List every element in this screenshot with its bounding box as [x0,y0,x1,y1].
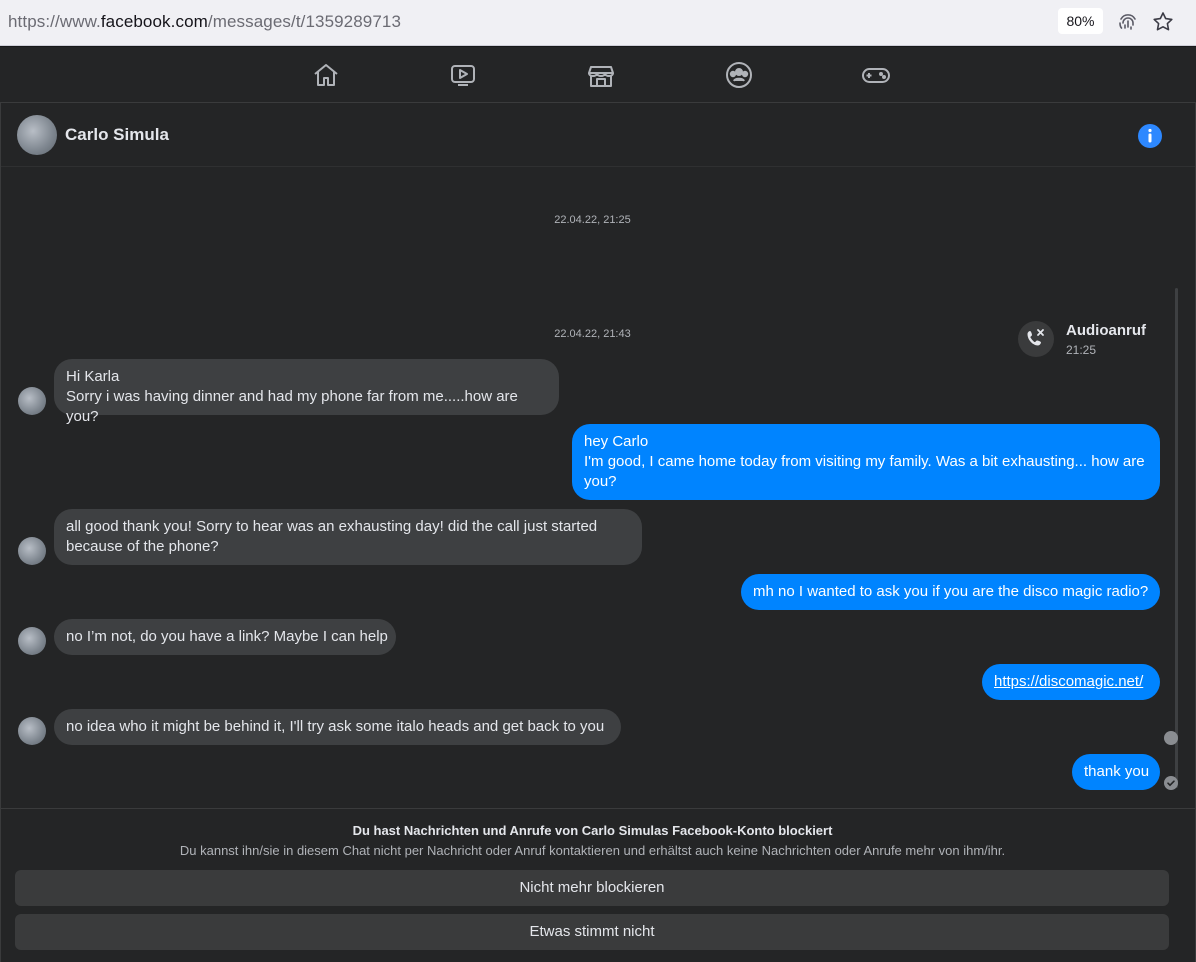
message-line: hey Carlo [584,433,649,450]
message-avatar[interactable] [18,387,46,415]
zoom-level[interactable]: 80% [1058,8,1103,34]
bookmark-star-icon[interactable] [1151,10,1175,34]
blocked-notice: Du hast Nachrichten und Anrufe von Carlo… [1,808,1195,962]
url-text[interactable]: https://www.facebook.com/messages/t/1359… [8,12,401,32]
message-line: I'm good, I came home today from visitin… [584,453,1145,490]
contact-avatar[interactable] [17,115,57,155]
unblock-button[interactable]: Nicht mehr blockieren [15,870,1169,906]
info-icon[interactable] [1137,123,1163,149]
outgoing-message[interactable]: mh no I wanted to ask you if you are the… [741,574,1160,610]
outgoing-message[interactable]: thank you [1072,754,1160,790]
message-avatar[interactable] [18,717,46,745]
message-link[interactable]: https://discomagic.net/ [994,673,1143,690]
message-list[interactable]: 22.04.22, 21:25 Audioanruf 21:25 22.04.2… [1,168,1195,808]
browser-url-bar[interactable]: https://www.facebook.com/messages/t/1359… [0,0,1196,46]
url-path: /messages/t/1359289713 [207,12,402,31]
chat-header: Carlo Simula [1,103,1195,167]
timestamp: 22.04.22, 21:43 [554,328,631,340]
seen-indicator [1164,731,1178,745]
blocked-title: Du hast Nachrichten und Anrufe von Carlo… [352,823,833,838]
top-navigation [0,47,1196,103]
outgoing-message[interactable]: https://discomagic.net/ [982,664,1160,700]
message-line: Hi Karla [66,368,120,385]
message-avatar[interactable] [18,627,46,655]
marketplace-icon[interactable] [586,61,616,89]
incoming-message[interactable]: all good thank you! Sorry to hear was an… [54,509,642,565]
delivered-check-icon [1164,776,1178,790]
home-icon[interactable] [311,61,341,89]
groups-icon[interactable] [724,61,754,89]
url-domain: facebook.com [100,12,208,31]
incoming-message[interactable]: no idea who it might be behind it, I'll … [54,709,621,745]
blocked-description: Du kannst ihn/sie in diesem Chat nicht p… [179,843,1006,858]
gaming-icon[interactable] [861,61,891,89]
outgoing-message[interactable]: hey Carlo I'm good, I came home today fr… [572,424,1160,500]
call-time: 21:25 [1066,343,1097,357]
message-line: Sorry i was having dinner and had my pho… [66,388,518,425]
report-problem-button[interactable]: Etwas stimmt nicht [15,914,1169,950]
timestamp: 22.04.22, 21:25 [554,214,631,226]
url-prefix: https://www. [8,12,101,31]
scrollbar[interactable] [1175,288,1178,788]
fingerprint-icon[interactable] [1116,10,1140,34]
chat-panel: Carlo Simula 22.04.22, 21:25 Audioanruf … [0,103,1196,962]
message-avatar[interactable] [18,537,46,565]
watch-icon[interactable] [448,61,478,89]
incoming-message[interactable]: Hi Karla Sorry i was having dinner and h… [54,359,559,425]
contact-name[interactable]: Carlo Simula [65,125,169,145]
incoming-message[interactable]: no I’m not, do you have a link? Maybe I … [54,619,396,655]
